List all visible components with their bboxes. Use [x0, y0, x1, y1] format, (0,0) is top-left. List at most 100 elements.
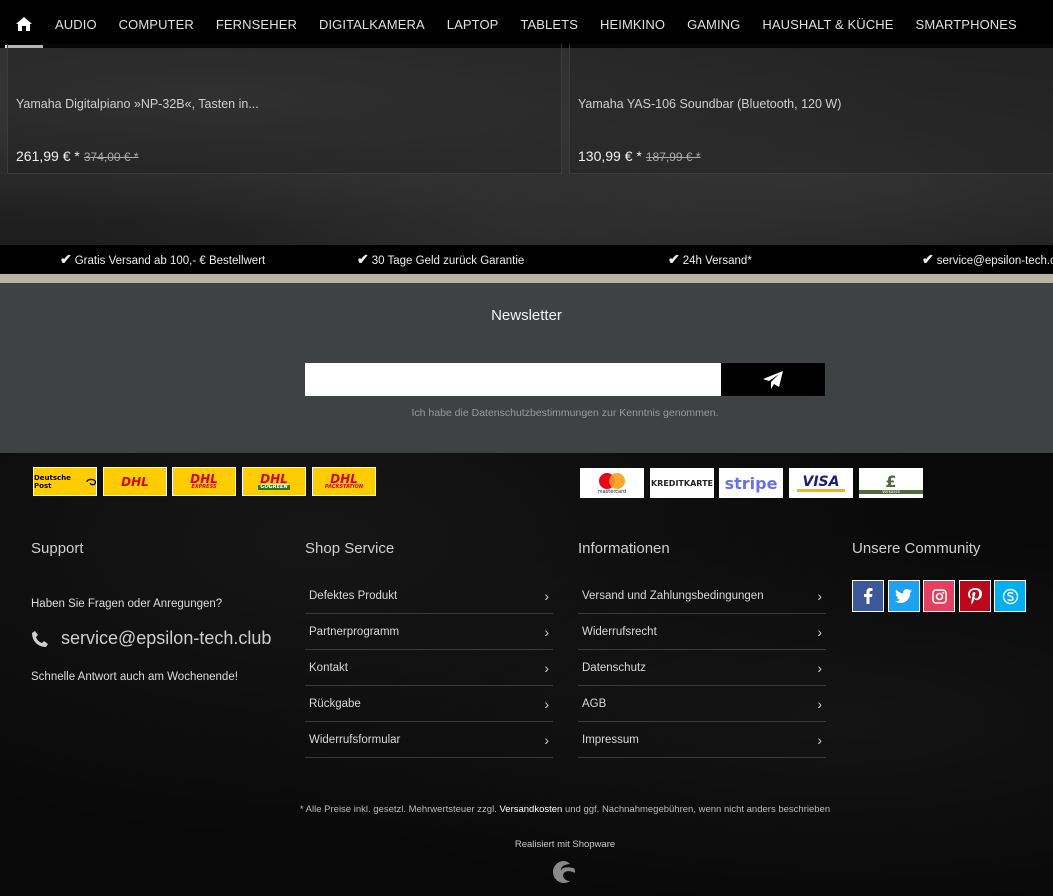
deutsche-post-logo: Deutsche Post	[33, 467, 97, 496]
mastercard-logo: mastercard	[580, 468, 644, 498]
support-email[interactable]: service@epsilon-tech.club	[31, 628, 271, 649]
chevron-right-icon: ›	[817, 587, 822, 604]
product-name[interactable]: Yamaha Digitalpiano »NP-32B«, Tasten in.…	[16, 97, 259, 111]
prepayment-icon: £	[885, 472, 897, 491]
support-email-text[interactable]: service@epsilon-tech.club	[61, 628, 271, 649]
powered-by: Realisiert mit Shopware	[514, 839, 616, 850]
footer-link-widerrufsrecht[interactable]: Widerrufsrecht ›	[578, 614, 826, 650]
nav-item-gaming[interactable]: Gaming	[687, 17, 740, 32]
nav-item-audio[interactable]: Audio	[55, 17, 97, 32]
stripe-logo: stripe	[719, 468, 783, 498]
shop-service-title: Shop Service	[305, 540, 395, 557]
product-name[interactable]: Yamaha YAS-106 Soundbar (Bluetooth, 120 …	[578, 97, 841, 111]
nav-item-smartphones[interactable]: Smartphones	[916, 17, 1017, 32]
usp-text: service@epsilon-tech.club	[936, 255, 1053, 267]
footer-link-agb[interactable]: AGB ›	[578, 686, 826, 722]
nav-home[interactable]	[5, 0, 43, 48]
nav-item-fernseher[interactable]: Fernseher	[216, 17, 297, 32]
usp-text: Gratis Versand ab 100,- € Bestellwert	[74, 255, 266, 267]
footer-link-partnerprogramm[interactable]: Partnerprogramm ›	[305, 614, 553, 650]
product-card[interactable]: Yamaha YAS-106 Soundbar (Bluetooth, 120 …	[569, 44, 1053, 174]
link-label: Rückgabe	[309, 697, 361, 710]
informationen-links: Versand und Zahlungsbedingungen › Widerru…	[578, 578, 826, 758]
logo-label: VISA	[796, 475, 846, 492]
link-label: Widerrufsrecht	[582, 625, 657, 638]
checkmark-icon: ✔	[922, 251, 934, 267]
main-navigation: Audio Computer Fernseher Digitalkamera L…	[0, 0, 1053, 48]
footer-link-versand[interactable]: Versand und Zahlungsbedingungen ›	[578, 578, 826, 614]
usp-text: 30 Tage Geld zurück Garantie	[371, 255, 525, 267]
credit-card-logo: KREDITKARTE	[650, 468, 714, 498]
product-price: 261,99 € * 374,00 € *	[16, 148, 139, 164]
chevron-right-icon: ›	[544, 659, 549, 676]
divider-stripe	[0, 274, 1053, 283]
logo-sublabel: EXPRESS	[191, 484, 217, 490]
mastercard-icon	[599, 472, 625, 489]
nav-item-laptop[interactable]: Laptop	[447, 17, 499, 32]
social-links	[852, 580, 1030, 612]
visa-logo: VISA	[789, 468, 853, 498]
newsletter-privacy-note: Ich habe die Datenschutzbestimmungen zur…	[411, 407, 719, 419]
product-old-price: 187,99 € *	[645, 150, 701, 164]
skype-icon	[1002, 588, 1018, 604]
support-fast-answer: Schnelle Antwort auch am Wochenende!	[31, 671, 238, 683]
product-current-price: 130,99 € *	[578, 148, 642, 164]
logo-sublabel: PACKSTATION	[324, 484, 364, 490]
shopware-logo[interactable]	[552, 860, 576, 889]
community-title: Unsere Community	[852, 540, 981, 557]
footer-link-widerrufsformular[interactable]: Widerrufsformular ›	[305, 722, 553, 758]
nav-item-heimkino[interactable]: Heimkino	[600, 17, 665, 32]
legal-suffix: und ggf. Nachnahmegebühren, wenn nicht a…	[564, 804, 831, 815]
chevron-right-icon: ›	[544, 695, 549, 712]
dhl-packstation-logo: DHL PACKSTATION	[312, 467, 376, 496]
newsletter-section: Newsletter Ich habe die Datenschutzbesti…	[0, 283, 1053, 453]
support-title: Support	[31, 540, 84, 557]
phone-icon	[32, 630, 48, 647]
legal-prefix: * Alle Preise inkl. gesetzl. Mehrwertste…	[299, 804, 497, 815]
pinterest-icon	[967, 587, 982, 604]
footer-link-defektes-produkt[interactable]: Defektes Produkt ›	[305, 578, 553, 614]
footer-link-datenschutz[interactable]: Datenschutz ›	[578, 650, 826, 686]
link-label: Defektes Produkt	[309, 589, 398, 602]
shipping-costs-link[interactable]: Versandkosten	[499, 804, 562, 815]
home-icon	[16, 17, 32, 31]
facebook-button[interactable]	[852, 580, 884, 612]
chevron-right-icon: ›	[817, 623, 822, 640]
link-label: Kontakt	[309, 661, 348, 674]
logo-label: KREDITKARTE	[650, 478, 713, 488]
nav-item-tablets[interactable]: Tablets	[520, 17, 578, 32]
logo-label: mastercard	[597, 488, 627, 495]
pinterest-button[interactable]	[958, 580, 991, 612]
dhl-gogreen-logo: DHL GOGREEN	[242, 467, 306, 496]
logo-label: DHL	[121, 474, 149, 489]
prepayment-logo: £ Vorkasse	[859, 468, 923, 498]
usp-item: ✔ Gratis Versand ab 100,- € Bestellwert	[60, 251, 265, 268]
product-price: 130,99 € * 187,99 € *	[578, 148, 701, 164]
footer-link-impressum[interactable]: Impressum ›	[578, 722, 826, 758]
instagram-button[interactable]	[923, 580, 955, 612]
usp-item: ✔ 24h Versand*	[668, 251, 752, 268]
link-label: Impressum	[582, 733, 639, 746]
footer-link-kontakt[interactable]: Kontakt ›	[305, 650, 553, 686]
dhl-logo: DHL	[103, 467, 167, 496]
nav-item-computer[interactable]: Computer	[119, 17, 194, 32]
logo-label: Deutsche Post	[34, 473, 71, 490]
nav-item-digitalkamera[interactable]: Digitalkamera	[319, 17, 425, 32]
post-horn-icon	[85, 478, 96, 485]
checkmark-icon: ✔	[668, 251, 680, 267]
logo-label: Vorkasse	[859, 490, 923, 494]
newsletter-submit-button[interactable]	[721, 363, 825, 396]
legal-notice: * Alle Preise inkl. gesetzl. Mehrwertste…	[0, 804, 1053, 815]
checkmark-icon: ✔	[60, 251, 72, 267]
link-label: Partnerprogramm	[309, 625, 400, 638]
facebook-icon	[864, 588, 873, 604]
support-question: Haben Sie Fragen oder Anregungen?	[31, 598, 223, 610]
skype-button[interactable]	[994, 580, 1026, 612]
link-label: Versand und Zahlungsbedingungen	[582, 589, 764, 602]
product-card[interactable]: Yamaha Digitalpiano »NP-32B«, Tasten in.…	[7, 44, 562, 174]
instagram-icon	[931, 588, 947, 604]
newsletter-email-input[interactable]	[305, 363, 733, 396]
footer-link-rueckgabe[interactable]: Rückgabe ›	[305, 686, 553, 722]
twitter-button[interactable]	[887, 580, 920, 612]
nav-item-haushalt[interactable]: Haushalt & Küche	[762, 17, 893, 32]
